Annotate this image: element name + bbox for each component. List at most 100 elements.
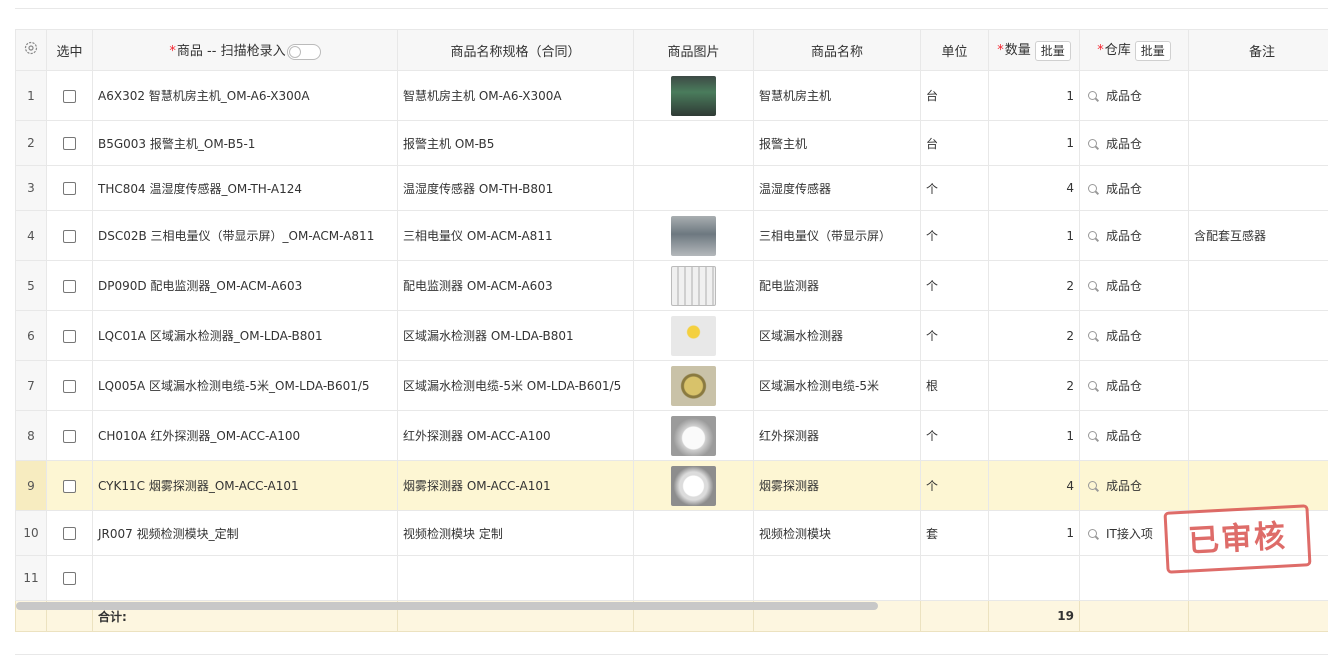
note-cell[interactable]	[1188, 460, 1328, 511]
product-cell[interactable]: B5G003 报警主机_OM-B5-1	[92, 120, 398, 166]
note-cell[interactable]	[1188, 310, 1328, 361]
product-thumbnail[interactable]	[671, 75, 716, 116]
search-icon[interactable]	[1088, 231, 1097, 240]
warehouse-cell[interactable]: 成品仓	[1079, 165, 1189, 211]
name-cell[interactable]: 温湿度传感器	[753, 165, 921, 211]
note-cell[interactable]	[1188, 120, 1328, 166]
product-cell[interactable]: DSC02B 三相电量仪（带显示屏）_OM-ACM-A811	[92, 210, 398, 261]
unit-cell[interactable]: 套	[920, 510, 989, 556]
row-checkbox[interactable]	[63, 182, 76, 195]
search-icon[interactable]	[1088, 183, 1097, 193]
warehouse-cell[interactable]: 成品仓	[1079, 360, 1189, 411]
table-row[interactable]: 2 B5G003 报警主机_OM-B5-1 报警主机 OM-B5 报警主机台 1 成品仓	[15, 120, 1328, 166]
product-cell[interactable]: LQ005A 区域漏水检测电缆-5米_OM-LDA-B601/5	[92, 360, 398, 411]
qty-cell[interactable]: 1	[988, 70, 1080, 121]
qty-cell[interactable]: 1	[988, 120, 1080, 166]
product-cell[interactable]: LQC01A 区域漏水检测器_OM-LDA-B801	[92, 310, 398, 361]
search-icon[interactable]	[1088, 331, 1097, 340]
product-thumbnail[interactable]	[671, 265, 716, 306]
table-row[interactable]: 1 A6X302 智慧机房主机_OM-A6-X300A 智慧机房主机 OM-A6-X…	[15, 70, 1328, 121]
unit-cell[interactable]: 台	[920, 70, 989, 121]
table-row[interactable]: 6 LQC01A 区域漏水检测器_OM-LDA-B801 区域漏水检测器 OM-LD…	[15, 310, 1328, 361]
note-cell[interactable]	[1188, 360, 1328, 411]
name-cell[interactable]: 三相电量仪（带显示屏）	[753, 210, 921, 261]
product-thumbnail[interactable]	[671, 465, 716, 506]
spec-cell[interactable]: 配电监测器 OM-ACM-A603	[397, 260, 634, 311]
spec-cell[interactable]: 报警主机 OM-B5	[397, 120, 634, 166]
note-cell[interactable]: 含配套互感器	[1188, 210, 1328, 261]
warehouse-cell[interactable]: 成品仓	[1079, 210, 1189, 261]
product-cell[interactable]: A6X302 智慧机房主机_OM-A6-X300A	[92, 70, 398, 121]
spec-cell[interactable]: 红外探测器 OM-ACC-A100	[397, 410, 634, 461]
scan-input-toggle[interactable]	[286, 43, 321, 60]
name-cell[interactable]: 报警主机	[753, 120, 921, 166]
name-cell[interactable]: 智慧机房主机	[753, 70, 921, 121]
gear-icon[interactable]	[24, 41, 38, 55]
product-thumbnail[interactable]	[671, 215, 716, 256]
spec-cell[interactable]: 烟雾探测器 OM-ACC-A101	[397, 460, 634, 511]
qty-cell[interactable]: 1	[988, 510, 1080, 556]
row-checkbox[interactable]	[63, 279, 76, 293]
warehouse-cell[interactable]: 成品仓	[1079, 260, 1189, 311]
qty-cell[interactable]: 1	[988, 210, 1080, 261]
product-thumbnail[interactable]	[671, 315, 716, 356]
spec-cell[interactable]: 区域漏水检测电缆-5米 OM-LDA-B601/5	[397, 360, 634, 411]
search-icon[interactable]	[1088, 481, 1097, 490]
search-icon[interactable]	[1088, 381, 1097, 390]
row-checkbox[interactable]	[63, 429, 76, 443]
product-cell[interactable]: THC804 温湿度传感器_OM-TH-A124	[92, 165, 398, 211]
name-cell[interactable]: 红外探测器	[753, 410, 921, 461]
row-checkbox[interactable]	[63, 379, 76, 393]
name-cell[interactable]: 区域漏水检测电缆-5米	[753, 360, 921, 411]
unit-cell[interactable]: 个	[920, 410, 989, 461]
name-cell[interactable]: 烟雾探测器	[753, 460, 921, 511]
unit-cell[interactable]: 个	[920, 460, 989, 511]
product-cell[interactable]: CH010A 红外探测器_OM-ACC-A100	[92, 410, 398, 461]
column-settings[interactable]	[15, 29, 47, 71]
product-thumbnail[interactable]	[671, 365, 716, 406]
unit-cell[interactable]: 根	[920, 360, 989, 411]
unit-cell[interactable]: 个	[920, 210, 989, 261]
name-cell[interactable]	[753, 555, 921, 601]
table-row[interactable]: 4 DSC02B 三相电量仪（带显示屏）_OM-ACM-A811 三相电量仪 OM-…	[15, 210, 1328, 261]
search-icon[interactable]	[1088, 528, 1097, 538]
qty-cell[interactable]: 4	[988, 165, 1080, 211]
spec-cell[interactable]: 温湿度传感器 OM-TH-B801	[397, 165, 634, 211]
qty-batch-button[interactable]: 批量	[1034, 40, 1071, 61]
warehouse-batch-button[interactable]: 批量	[1134, 40, 1171, 61]
horizontal-scrollbar[interactable]	[16, 602, 878, 610]
warehouse-cell[interactable]: 成品仓	[1079, 70, 1189, 121]
warehouse-cell[interactable]: 成品仓	[1079, 310, 1189, 361]
product-cell[interactable]: JR007 视频检测模块_定制	[92, 510, 398, 556]
unit-cell[interactable]	[920, 555, 989, 601]
qty-cell[interactable]	[988, 555, 1080, 601]
warehouse-cell[interactable]: 成品仓	[1079, 410, 1189, 461]
row-checkbox[interactable]	[63, 572, 76, 585]
unit-cell[interactable]: 个	[920, 165, 989, 211]
row-checkbox[interactable]	[63, 137, 76, 150]
row-checkbox[interactable]	[63, 479, 76, 493]
spec-cell[interactable]	[397, 555, 634, 601]
spec-cell[interactable]: 区域漏水检测器 OM-LDA-B801	[397, 310, 634, 361]
product-thumbnail[interactable]	[671, 415, 716, 456]
qty-cell[interactable]: 1	[988, 410, 1080, 461]
row-checkbox[interactable]	[63, 329, 76, 343]
search-icon[interactable]	[1088, 91, 1097, 100]
search-icon[interactable]	[1088, 431, 1097, 440]
qty-cell[interactable]: 2	[988, 360, 1080, 411]
name-cell[interactable]: 区域漏水检测器	[753, 310, 921, 361]
unit-cell[interactable]: 个	[920, 310, 989, 361]
search-icon[interactable]	[1088, 138, 1097, 148]
warehouse-cell[interactable]: 成品仓	[1079, 460, 1189, 511]
qty-cell[interactable]: 2	[988, 260, 1080, 311]
table-row[interactable]: 7 LQ005A 区域漏水检测电缆-5米_OM-LDA-B601/5 区域漏水检测电…	[15, 360, 1328, 411]
table-row[interactable]: 9 CYK11C 烟雾探测器_OM-ACC-A101 烟雾探测器 OM-ACC-A1…	[15, 460, 1328, 511]
qty-cell[interactable]: 2	[988, 310, 1080, 361]
row-checkbox[interactable]	[63, 229, 76, 243]
note-cell[interactable]	[1188, 410, 1328, 461]
table-row[interactable]: 11	[15, 555, 1328, 601]
search-icon[interactable]	[1088, 281, 1097, 290]
table-row[interactable]: 3 THC804 温湿度传感器_OM-TH-A124 温湿度传感器 OM-TH-B8…	[15, 165, 1328, 211]
row-checkbox[interactable]	[63, 527, 76, 540]
unit-cell[interactable]: 台	[920, 120, 989, 166]
